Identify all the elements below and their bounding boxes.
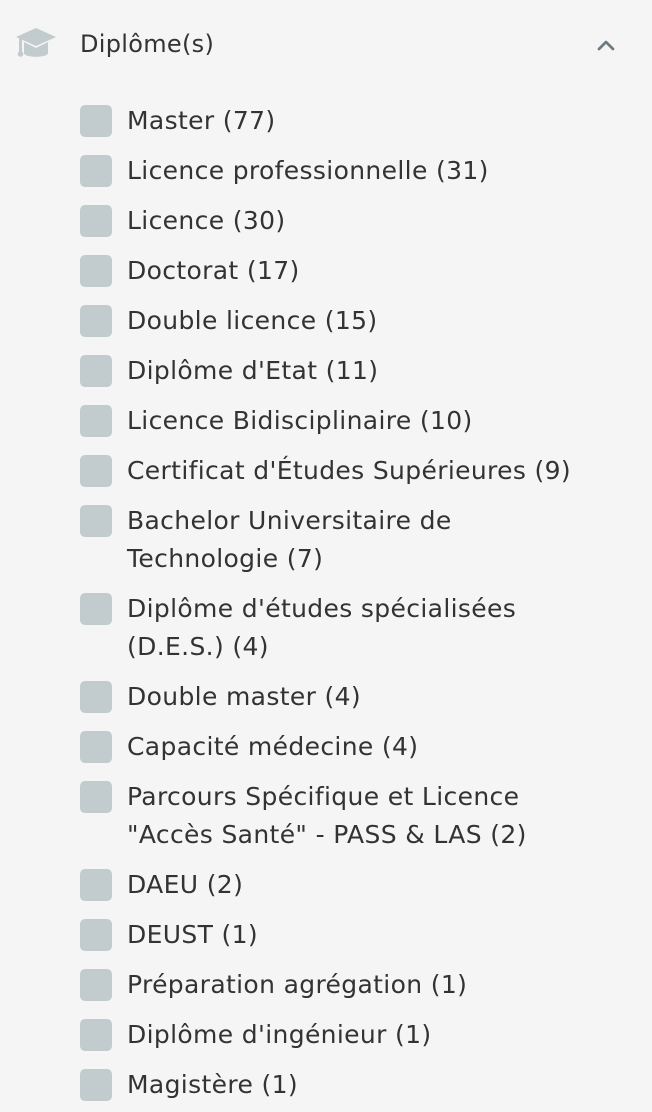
diploma-checkbox[interactable] [80, 593, 112, 625]
diploma-option-label: Parcours Spécifique et Licence "Accès Sa… [127, 782, 527, 849]
diploma-checkbox[interactable] [80, 405, 112, 437]
diploma-option-label: Diplôme d'études spécialisées (D.E.S.) (… [127, 594, 517, 661]
diploma-option-label: Diplôme d'Etat (11) [127, 356, 379, 385]
diploma-option[interactable]: Capacité médecine (4) [80, 728, 640, 766]
diploma-checkbox[interactable] [80, 869, 112, 901]
diploma-option-label: Doctorat (17) [127, 256, 300, 285]
diploma-option[interactable]: Licence (30) [80, 202, 640, 240]
chevron-up-icon[interactable] [590, 30, 622, 60]
diploma-option-label: DEUST (1) [127, 920, 258, 949]
diploma-option[interactable]: Double licence (15) [80, 302, 640, 340]
diploma-option[interactable]: Doctorat (17) [80, 252, 640, 290]
diploma-option-label: Capacité médecine (4) [127, 732, 419, 761]
diploma-option-label: Diplôme d'ingénieur (1) [127, 1020, 432, 1049]
diploma-checkbox[interactable] [80, 205, 112, 237]
diploma-checkbox[interactable] [80, 105, 112, 137]
filter-title: Diplôme(s) [80, 30, 215, 58]
diploma-option-label: Préparation agrégation (1) [127, 970, 468, 999]
diploma-checkbox[interactable] [80, 355, 112, 387]
diploma-option[interactable]: DEUST (1) [80, 916, 640, 954]
diploma-checkbox[interactable] [80, 505, 112, 537]
diploma-option-label: Magistère (1) [127, 1070, 298, 1099]
diploma-checkbox[interactable] [80, 781, 112, 813]
diploma-option[interactable]: Certificat d'Études Supérieures (9) [80, 452, 640, 490]
diploma-checkbox[interactable] [80, 1019, 112, 1051]
diploma-option-label: Certificat d'Études Supérieures (9) [127, 456, 571, 485]
diploma-option-label: Licence Bidisciplinaire (10) [127, 406, 473, 435]
diploma-option-label: Double master (4) [127, 682, 362, 711]
diploma-option-label: Licence (30) [127, 206, 286, 235]
diploma-checkbox[interactable] [80, 255, 112, 287]
diploma-option[interactable]: Master (77) [80, 102, 640, 140]
diploma-checkbox[interactable] [80, 681, 112, 713]
diploma-option-label: Master (77) [127, 106, 276, 135]
diploma-option-label: Licence professionnelle (31) [127, 156, 489, 185]
diploma-checkbox[interactable] [80, 155, 112, 187]
diploma-option[interactable]: Magistère (1) [80, 1066, 640, 1104]
diploma-option-label: DAEU (2) [127, 870, 244, 899]
diploma-filter-panel: Diplôme(s) Master (77) Licence profession… [0, 0, 652, 1112]
diploma-option[interactable]: Diplôme d'ingénieur (1) [80, 1016, 640, 1054]
diploma-checkbox[interactable] [80, 731, 112, 763]
diploma-option[interactable]: Diplôme d'études spécialisées (D.E.S.) (… [80, 590, 640, 666]
diploma-option-label: Bachelor Universitaire de Technologie (7… [127, 506, 452, 573]
diploma-option-label: Double licence (15) [127, 306, 378, 335]
diploma-option[interactable]: Licence professionnelle (31) [80, 152, 640, 190]
diploma-option[interactable]: Double master (4) [80, 678, 640, 716]
diploma-options-list: Master (77) Licence professionnelle (31) L… [80, 102, 640, 1112]
filter-header[interactable]: Diplôme(s) [0, 0, 652, 90]
graduation-cap-icon [14, 24, 58, 64]
diploma-checkbox[interactable] [80, 969, 112, 1001]
diploma-checkbox[interactable] [80, 919, 112, 951]
diploma-option[interactable]: Préparation agrégation (1) [80, 966, 640, 1004]
diploma-option[interactable]: DAEU (2) [80, 866, 640, 904]
diploma-checkbox[interactable] [80, 455, 112, 487]
diploma-option[interactable]: Parcours Spécifique et Licence "Accès Sa… [80, 778, 640, 854]
diploma-option[interactable]: Bachelor Universitaire de Technologie (7… [80, 502, 640, 578]
diploma-checkbox[interactable] [80, 1069, 112, 1101]
diploma-option[interactable]: Licence Bidisciplinaire (10) [80, 402, 640, 440]
diploma-checkbox[interactable] [80, 305, 112, 337]
diploma-option[interactable]: Diplôme d'Etat (11) [80, 352, 640, 390]
